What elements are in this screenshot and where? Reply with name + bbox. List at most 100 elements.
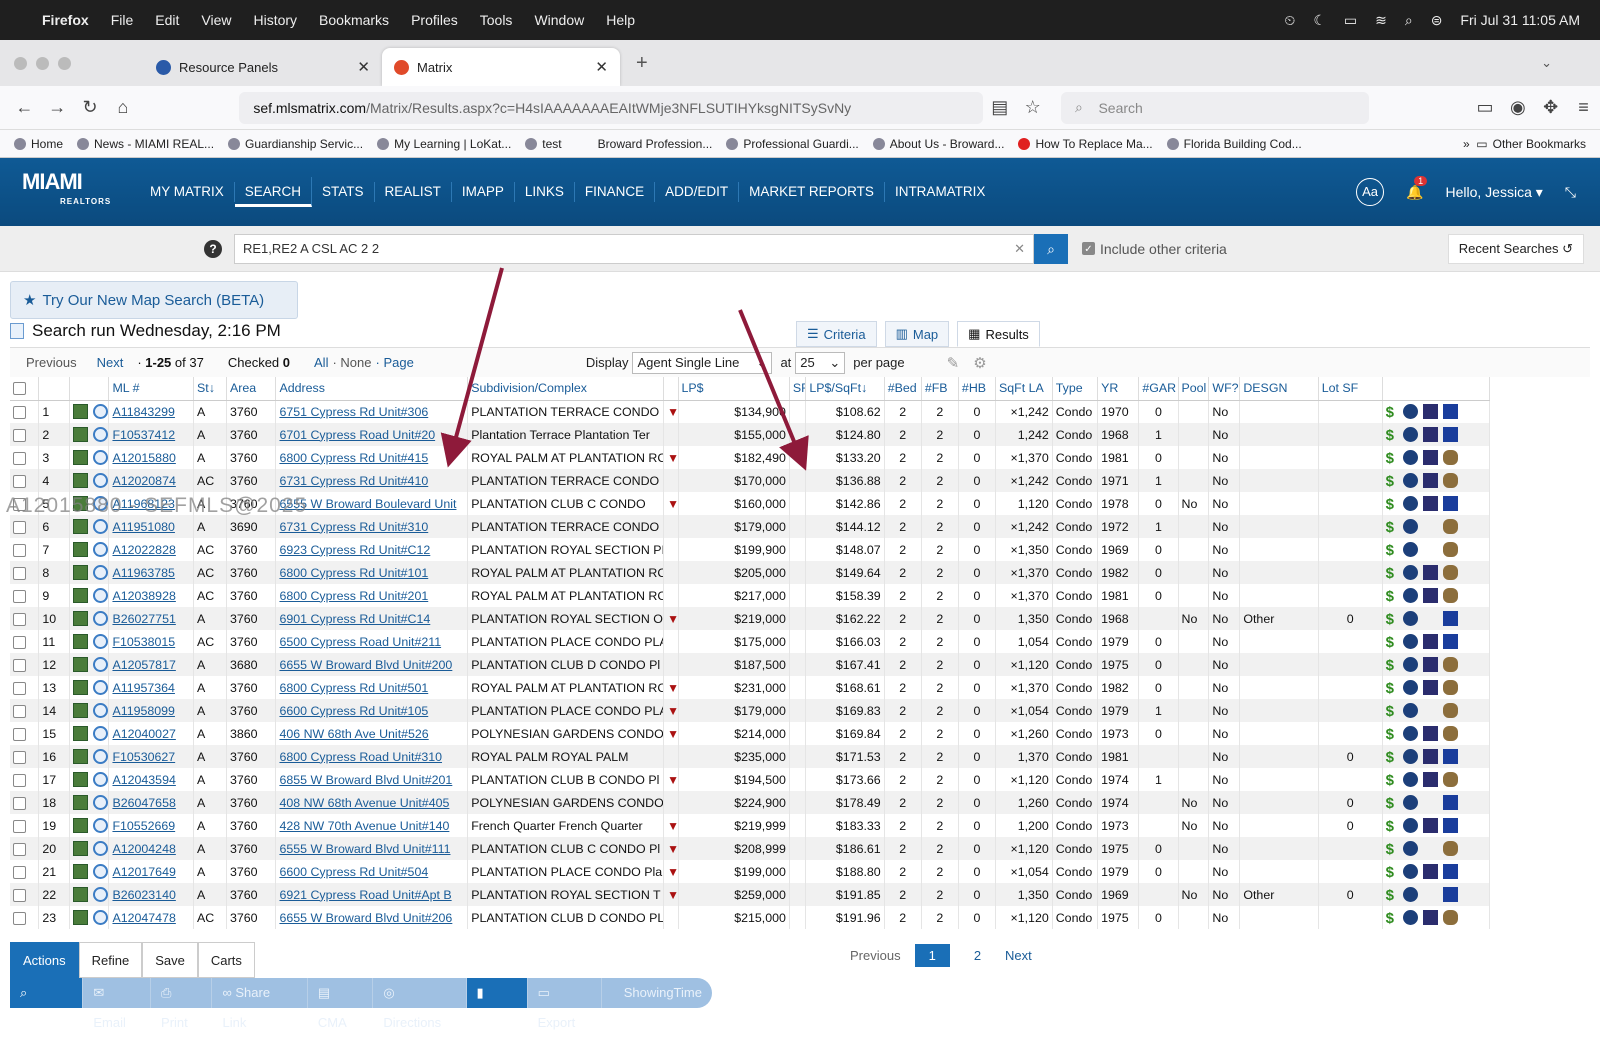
criteria-button[interactable]: ⌕ Criteria bbox=[10, 978, 84, 1030]
map-icon[interactable] bbox=[1442, 680, 1458, 696]
refresh-icon[interactable] bbox=[93, 519, 108, 535]
menu-profiles[interactable]: Profiles bbox=[411, 12, 458, 28]
wifi-icon[interactable]: ≋ bbox=[1375, 12, 1387, 29]
spotlight-icon[interactable]: ⌕ bbox=[1405, 12, 1413, 29]
info-icon[interactable] bbox=[1402, 657, 1418, 673]
refresh-icon[interactable] bbox=[93, 818, 108, 834]
search-button[interactable]: ⌕ bbox=[1034, 233, 1068, 264]
row-checkbox[interactable] bbox=[10, 607, 40, 630]
row-checkbox[interactable] bbox=[10, 676, 40, 699]
bookmark-other[interactable]: » ▭ Other Bookmarks bbox=[1463, 137, 1586, 151]
table-row[interactable]: 12 A12057817 A 3680 6655 W Broward Blvd Unit… bbox=[10, 653, 1491, 676]
close-icon[interactable]: ✕ bbox=[595, 58, 608, 76]
row-checkbox[interactable] bbox=[10, 584, 40, 607]
clear-icon[interactable]: ✕ bbox=[1014, 241, 1025, 257]
moon-icon[interactable]: ☾ bbox=[1313, 12, 1326, 29]
address-link[interactable]: 6500 Cypress Road Unit#211 bbox=[279, 635, 441, 649]
info-icon[interactable] bbox=[1402, 427, 1418, 443]
col-status[interactable]: St↓ bbox=[193, 377, 227, 401]
address-link[interactable]: 406 NW 68th Ave Unit#526 bbox=[279, 727, 428, 741]
menu-history[interactable]: History bbox=[253, 12, 297, 28]
col-mls[interactable]: ML # bbox=[108, 377, 194, 401]
map-icon[interactable] bbox=[1442, 910, 1458, 926]
mls-link[interactable]: A12004248 bbox=[112, 842, 175, 856]
row-checkbox[interactable] bbox=[10, 469, 40, 492]
info-icon[interactable] bbox=[1402, 910, 1418, 926]
cma-button[interactable]: ▤ CMA bbox=[308, 978, 374, 1030]
document-icon[interactable] bbox=[1442, 496, 1458, 512]
photo-icon[interactable] bbox=[73, 565, 89, 581]
reader-icon[interactable]: ▤ bbox=[983, 97, 1016, 118]
photo-icon[interactable] bbox=[73, 726, 89, 742]
photo-icon[interactable] bbox=[1422, 496, 1438, 512]
col-lp-sqft[interactable]: LP$/SqFt↓ bbox=[805, 377, 885, 401]
account-icon[interactable]: ◉ bbox=[1501, 97, 1534, 118]
refresh-icon[interactable] bbox=[93, 657, 108, 673]
nav-intramatrix[interactable]: INTRAMATRIX bbox=[885, 182, 996, 202]
mls-link[interactable]: A12040027 bbox=[112, 727, 175, 741]
menubar-clock[interactable]: Fri Jul 31 11:05 AM bbox=[1460, 12, 1580, 28]
photo-icon[interactable] bbox=[1422, 772, 1438, 788]
menu-edit[interactable]: Edit bbox=[155, 12, 179, 28]
document-icon[interactable] bbox=[1442, 611, 1458, 627]
dollar-icon[interactable]: $ bbox=[1386, 680, 1398, 697]
quick-search-input[interactable]: RE1,RE2 A CSL AC 2 2 ✕ bbox=[234, 233, 1034, 264]
photo-icon[interactable] bbox=[73, 887, 89, 903]
mls-link[interactable]: F10538015 bbox=[112, 635, 175, 649]
photo-icon[interactable] bbox=[1422, 726, 1438, 742]
map-icon[interactable] bbox=[1442, 841, 1458, 857]
photo-icon[interactable] bbox=[73, 519, 89, 535]
tab-criteria[interactable]: ☰ Criteria bbox=[796, 321, 877, 347]
info-icon[interactable] bbox=[1402, 864, 1418, 880]
dollar-icon[interactable]: $ bbox=[1386, 772, 1398, 789]
refresh-icon[interactable] bbox=[93, 427, 108, 443]
nav-my-matrix[interactable]: MY MATRIX bbox=[140, 182, 235, 202]
mls-link[interactable]: B26027751 bbox=[112, 612, 175, 626]
mls-link[interactable]: F10530627 bbox=[112, 750, 175, 764]
info-icon[interactable] bbox=[1402, 588, 1418, 604]
dollar-icon[interactable]: $ bbox=[1386, 496, 1398, 513]
mls-link[interactable]: A12038928 bbox=[112, 589, 175, 603]
info-icon[interactable] bbox=[1402, 542, 1418, 558]
col-bed[interactable]: #Bed bbox=[884, 377, 922, 401]
dollar-icon[interactable]: $ bbox=[1386, 473, 1398, 490]
info-icon[interactable] bbox=[1402, 749, 1418, 765]
map-icon[interactable] bbox=[1442, 772, 1458, 788]
dollar-icon[interactable]: $ bbox=[1386, 588, 1398, 605]
col-area[interactable]: Area bbox=[226, 377, 277, 401]
dollar-icon[interactable]: $ bbox=[1386, 818, 1398, 835]
map-icon[interactable] bbox=[1442, 519, 1458, 535]
address-link[interactable]: 6731 Cypress Rd Unit#410 bbox=[279, 474, 428, 488]
nav-stats[interactable]: STATS bbox=[312, 182, 375, 202]
info-icon[interactable] bbox=[1402, 473, 1418, 489]
document-icon[interactable] bbox=[1442, 427, 1458, 443]
table-row[interactable]: 13 A11957364 A 3760 6800 Cypress Rd Unit#501… bbox=[10, 676, 1491, 699]
map-icon[interactable] bbox=[1442, 726, 1458, 742]
info-icon[interactable] bbox=[1402, 680, 1418, 696]
col-type[interactable]: Type bbox=[1052, 377, 1099, 401]
refresh-icon[interactable] bbox=[93, 588, 108, 604]
dollar-icon[interactable]: $ bbox=[1386, 910, 1398, 927]
mls-link[interactable]: A12015880 bbox=[112, 451, 175, 465]
photo-icon[interactable] bbox=[1422, 450, 1438, 466]
address-link[interactable]: 6555 W Broward Blvd Unit#111 bbox=[279, 842, 450, 856]
info-icon[interactable] bbox=[1402, 611, 1418, 627]
dollar-icon[interactable]: $ bbox=[1386, 634, 1398, 651]
home-icon[interactable]: ⌂ bbox=[106, 97, 139, 118]
address-link[interactable]: 6800 Cypress Rd Unit#415 bbox=[279, 451, 428, 465]
menu-tools[interactable]: Tools bbox=[480, 12, 513, 28]
photo-icon[interactable] bbox=[73, 657, 89, 673]
info-icon[interactable] bbox=[1402, 887, 1418, 903]
col-gar[interactable]: #GAR bbox=[1138, 377, 1179, 401]
control-center-icon[interactable]: ⊜ bbox=[1431, 12, 1443, 29]
bookmark-home[interactable]: Home bbox=[14, 137, 63, 151]
page-previous[interactable]: Previous bbox=[850, 948, 901, 963]
table-row[interactable]: 1 A11843299 A 3760 6751 Cypress Rd Unit#306 P… bbox=[10, 400, 1491, 423]
menu-view[interactable]: View bbox=[201, 12, 231, 28]
col-desgn[interactable]: DESGN bbox=[1239, 377, 1319, 401]
photo-icon[interactable] bbox=[1422, 910, 1438, 926]
photo-icon[interactable] bbox=[73, 634, 89, 650]
export-button[interactable]: ▭ Export bbox=[528, 978, 602, 1030]
map-icon[interactable] bbox=[1442, 473, 1458, 489]
table-row[interactable]: 20 A12004248 A 3760 6555 W Broward Blvd Unit… bbox=[10, 837, 1491, 860]
